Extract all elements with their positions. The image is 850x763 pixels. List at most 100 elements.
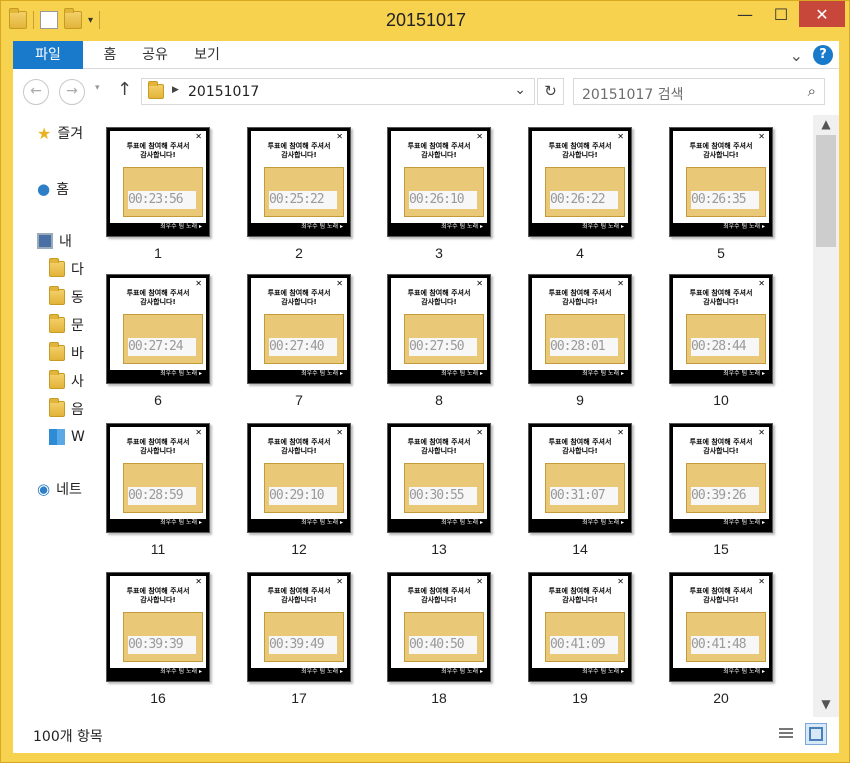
file-thumbnail[interactable]: ✕ 투표에 참여해 주셔서 감사합니다! 00:26:35 최우수 팀 노래 ▸ 5 <box>669 127 773 261</box>
file-thumbnail[interactable]: ✕ 투표에 참여해 주셔서 감사합니다! 00:27:50 최우수 팀 노래 ▸ 8 <box>387 274 491 408</box>
nav-item-videos[interactable]: 동 <box>49 286 84 307</box>
thumbnail-footer: 최우수 팀 노래 ▸ <box>723 370 765 377</box>
close-button[interactable]: ✕ <box>799 1 845 27</box>
thumbnail-footer: 최우수 팀 노래 ▸ <box>301 519 343 526</box>
file-thumbnail[interactable]: ✕ 투표에 참여해 주셔서 감사합니다! 00:31:07 최우수 팀 노래 ▸ 14 <box>528 423 632 557</box>
nav-item-documents[interactable]: 문 <box>49 314 84 335</box>
nav-item-this-pc[interactable]: 내 <box>37 231 72 251</box>
recent-locations-icon[interactable]: ▾ <box>95 83 100 93</box>
search-input[interactable]: 20151017 검색 ⌕ <box>573 78 825 105</box>
minimize-button[interactable]: — <box>727 1 763 27</box>
thumbnail-message: 투표에 참여해 주셔서 감사합니다! <box>532 438 628 456</box>
tab-share[interactable]: 공유 <box>135 41 175 69</box>
file-thumbnail[interactable]: ✕ 투표에 참여해 주셔서 감사합니다! 00:26:22 최우수 팀 노래 ▸ 4 <box>528 127 632 261</box>
ribbon-controls: ⌄ ? <box>790 45 833 65</box>
up-arrow-icon[interactable]: ↑ <box>117 79 132 100</box>
file-thumbnail[interactable]: ✕ 투표에 참여해 주셔서 감사합니다! 00:39:39 최우수 팀 노래 ▸ 16 <box>106 572 210 706</box>
file-thumbnail[interactable]: ✕ 투표에 참여해 주셔서 감사합니다! 00:41:48 최우수 팀 노래 ▸ 20 <box>669 572 773 706</box>
message-line: 감사합니다! <box>562 596 598 604</box>
clock-readout: 00:23:56 <box>128 191 196 209</box>
file-thumbnail[interactable]: ✕ 투표에 참여해 주셔서 감사합니다! 00:39:49 최우수 팀 노래 ▸ 17 <box>247 572 351 706</box>
thumbnail-image: ✕ 투표에 참여해 주셔서 감사합니다! 00:41:09 최우수 팀 노래 ▸ <box>528 572 632 682</box>
file-thumbnail[interactable]: ✕ 투표에 참여해 주셔서 감사합니다! 00:28:01 최우수 팀 노래 ▸ 9 <box>528 274 632 408</box>
file-thumbnail[interactable]: ✕ 투표에 참여해 주셔서 감사합니다! 00:29:10 최우수 팀 노래 ▸ 12 <box>247 423 351 557</box>
clock-readout: 00:27:24 <box>128 338 196 356</box>
thumbnail-content: ✕ 투표에 참여해 주셔서 감사합니다! 00:30:55 <box>391 427 487 519</box>
breadcrumb-chevron-icon[interactable]: ▶ <box>172 85 179 95</box>
message-line: 감사합니다! <box>281 447 317 455</box>
clock-readout: 00:40:50 <box>409 636 477 654</box>
clock-readout: 00:25:22 <box>269 191 337 209</box>
file-name: 4 <box>576 245 584 261</box>
nav-item-network[interactable]: ◉ 네트 <box>37 479 82 499</box>
expand-ribbon-icon[interactable]: ⌄ <box>790 46 803 65</box>
nav-item-desktop[interactable]: 바 <box>49 342 84 363</box>
details-view-button[interactable] <box>775 723 797 745</box>
file-thumbnail[interactable]: ✕ 투표에 참여해 주셔서 감사합니다! 00:27:24 최우수 팀 노래 ▸ 6 <box>106 274 210 408</box>
tab-home[interactable]: 홈 <box>95 41 125 69</box>
message-line: 감사합니다! <box>703 151 739 159</box>
message-line: 감사합니다! <box>281 151 317 159</box>
nav-item-windows-drive[interactable]: W <box>49 427 85 447</box>
thumbnail-footer: 최우수 팀 노래 ▸ <box>723 668 765 675</box>
file-name: 9 <box>576 392 584 408</box>
refresh-button[interactable]: ↻ <box>537 78 564 105</box>
thumbnail-message: 투표에 참여해 주셔서 감사합니다! <box>251 142 347 160</box>
message-line: 투표에 참여해 주셔서 <box>267 587 331 595</box>
nav-item-label: W <box>71 429 85 445</box>
browser-screenshot: 00:26:10 <box>404 167 484 217</box>
thumbnail-content: ✕ 투표에 참여해 주셔서 감사합니다! 00:28:59 <box>110 427 206 519</box>
back-button[interactable]: ← <box>23 79 49 105</box>
breadcrumb[interactable]: 20151017 <box>188 84 259 100</box>
file-thumbnail[interactable]: ✕ 투표에 참여해 주셔서 감사합니다! 00:27:40 최우수 팀 노래 ▸ 7 <box>247 274 351 408</box>
help-icon[interactable]: ? <box>813 45 833 65</box>
maximize-button[interactable]: ☐ <box>763 1 799 27</box>
nav-item-downloads[interactable]: 다 <box>49 258 84 279</box>
file-thumbnail[interactable]: ✕ 투표에 참여해 주셔서 감사합니다! 00:25:22 최우수 팀 노래 ▸ 2 <box>247 127 351 261</box>
file-thumbnail[interactable]: ✕ 투표에 참여해 주셔서 감사합니다! 00:26:10 최우수 팀 노래 ▸ 3 <box>387 127 491 261</box>
address-bar[interactable]: ▶ 20151017 ⌄ <box>141 78 535 105</box>
clock-readout: 00:39:49 <box>269 636 337 654</box>
scroll-down-icon[interactable]: ▼ <box>813 697 839 717</box>
file-thumbnail[interactable]: ✕ 투표에 참여해 주셔서 감사합니다! 00:23:56 최우수 팀 노래 ▸ 1 <box>106 127 210 261</box>
tab-view[interactable]: 보기 <box>187 41 227 69</box>
nav-item-music[interactable]: 음 <box>49 398 84 419</box>
navigation-pane: ★ 즐겨 ● 홈 내 다 동 문 바 사 음 W ◉ 네트 <box>13 115 89 717</box>
file-thumbnail[interactable]: ✕ 투표에 참여해 주셔서 감사합니다! 00:41:09 최우수 팀 노래 ▸ 19 <box>528 572 632 706</box>
message-line: 투표에 참여해 주셔서 <box>267 289 331 297</box>
nav-item-homegroup[interactable]: ● 홈 <box>37 179 69 199</box>
search-icon[interactable]: ⌕ <box>808 82 816 100</box>
thumbnail-message: 투표에 참여해 주셔서 감사합니다! <box>673 587 769 605</box>
file-thumbnail[interactable]: ✕ 투표에 참여해 주셔서 감사합니다! 00:30:55 최우수 팀 노래 ▸ 13 <box>387 423 491 557</box>
thumbnail-image: ✕ 투표에 참여해 주셔서 감사합니다! 00:30:55 최우수 팀 노래 ▸ <box>387 423 491 533</box>
vertical-scrollbar[interactable]: ▲ ▼ <box>813 115 839 717</box>
close-icon: ✕ <box>617 132 624 141</box>
file-thumbnail[interactable]: ✕ 투표에 참여해 주셔서 감사합니다! 00:39:26 최우수 팀 노래 ▸ 15 <box>669 423 773 557</box>
browser-screenshot: 00:28:01 <box>545 314 625 364</box>
file-thumbnail[interactable]: ✕ 투표에 참여해 주셔서 감사합니다! 00:28:44 최우수 팀 노래 ▸ 10 <box>669 274 773 408</box>
nav-item-pictures[interactable]: 사 <box>49 370 84 391</box>
nav-item-favorites[interactable]: ★ 즐겨 <box>37 123 83 143</box>
windows-drive-icon <box>49 429 65 445</box>
message-line: 투표에 참여해 주셔서 <box>548 587 612 595</box>
browser-screenshot: 00:39:26 <box>686 463 766 513</box>
message-line: 감사합니다! <box>703 596 739 604</box>
file-thumbnail[interactable]: ✕ 투표에 참여해 주셔서 감사합니다! 00:28:59 최우수 팀 노래 ▸ 11 <box>106 423 210 557</box>
desktop-folder-icon <box>49 342 65 361</box>
forward-button[interactable]: → <box>59 79 85 105</box>
large-icons-view-icon <box>809 727 823 741</box>
tab-file[interactable]: 파일 <box>13 41 83 69</box>
large-icons-view-button[interactable] <box>805 723 827 745</box>
file-name: 8 <box>435 392 443 408</box>
close-icon: ✕ <box>336 279 343 288</box>
address-dropdown-icon[interactable]: ⌄ <box>514 82 526 98</box>
close-icon: ✕ <box>336 132 343 141</box>
thumbnail-image: ✕ 투표에 참여해 주셔서 감사합니다! 00:25:22 최우수 팀 노래 ▸ <box>247 127 351 237</box>
thumbnail-footer: 최우수 팀 노래 ▸ <box>301 370 343 377</box>
scroll-up-icon[interactable]: ▲ <box>813 117 839 137</box>
scrollbar-thumb[interactable] <box>816 135 836 247</box>
file-thumbnail[interactable]: ✕ 투표에 참여해 주셔서 감사합니다! 00:40:50 최우수 팀 노래 ▸ 18 <box>387 572 491 706</box>
clock-readout: 00:29:10 <box>269 487 337 505</box>
browser-screenshot: 00:39:39 <box>123 612 203 662</box>
browser-screenshot: 00:28:44 <box>686 314 766 364</box>
